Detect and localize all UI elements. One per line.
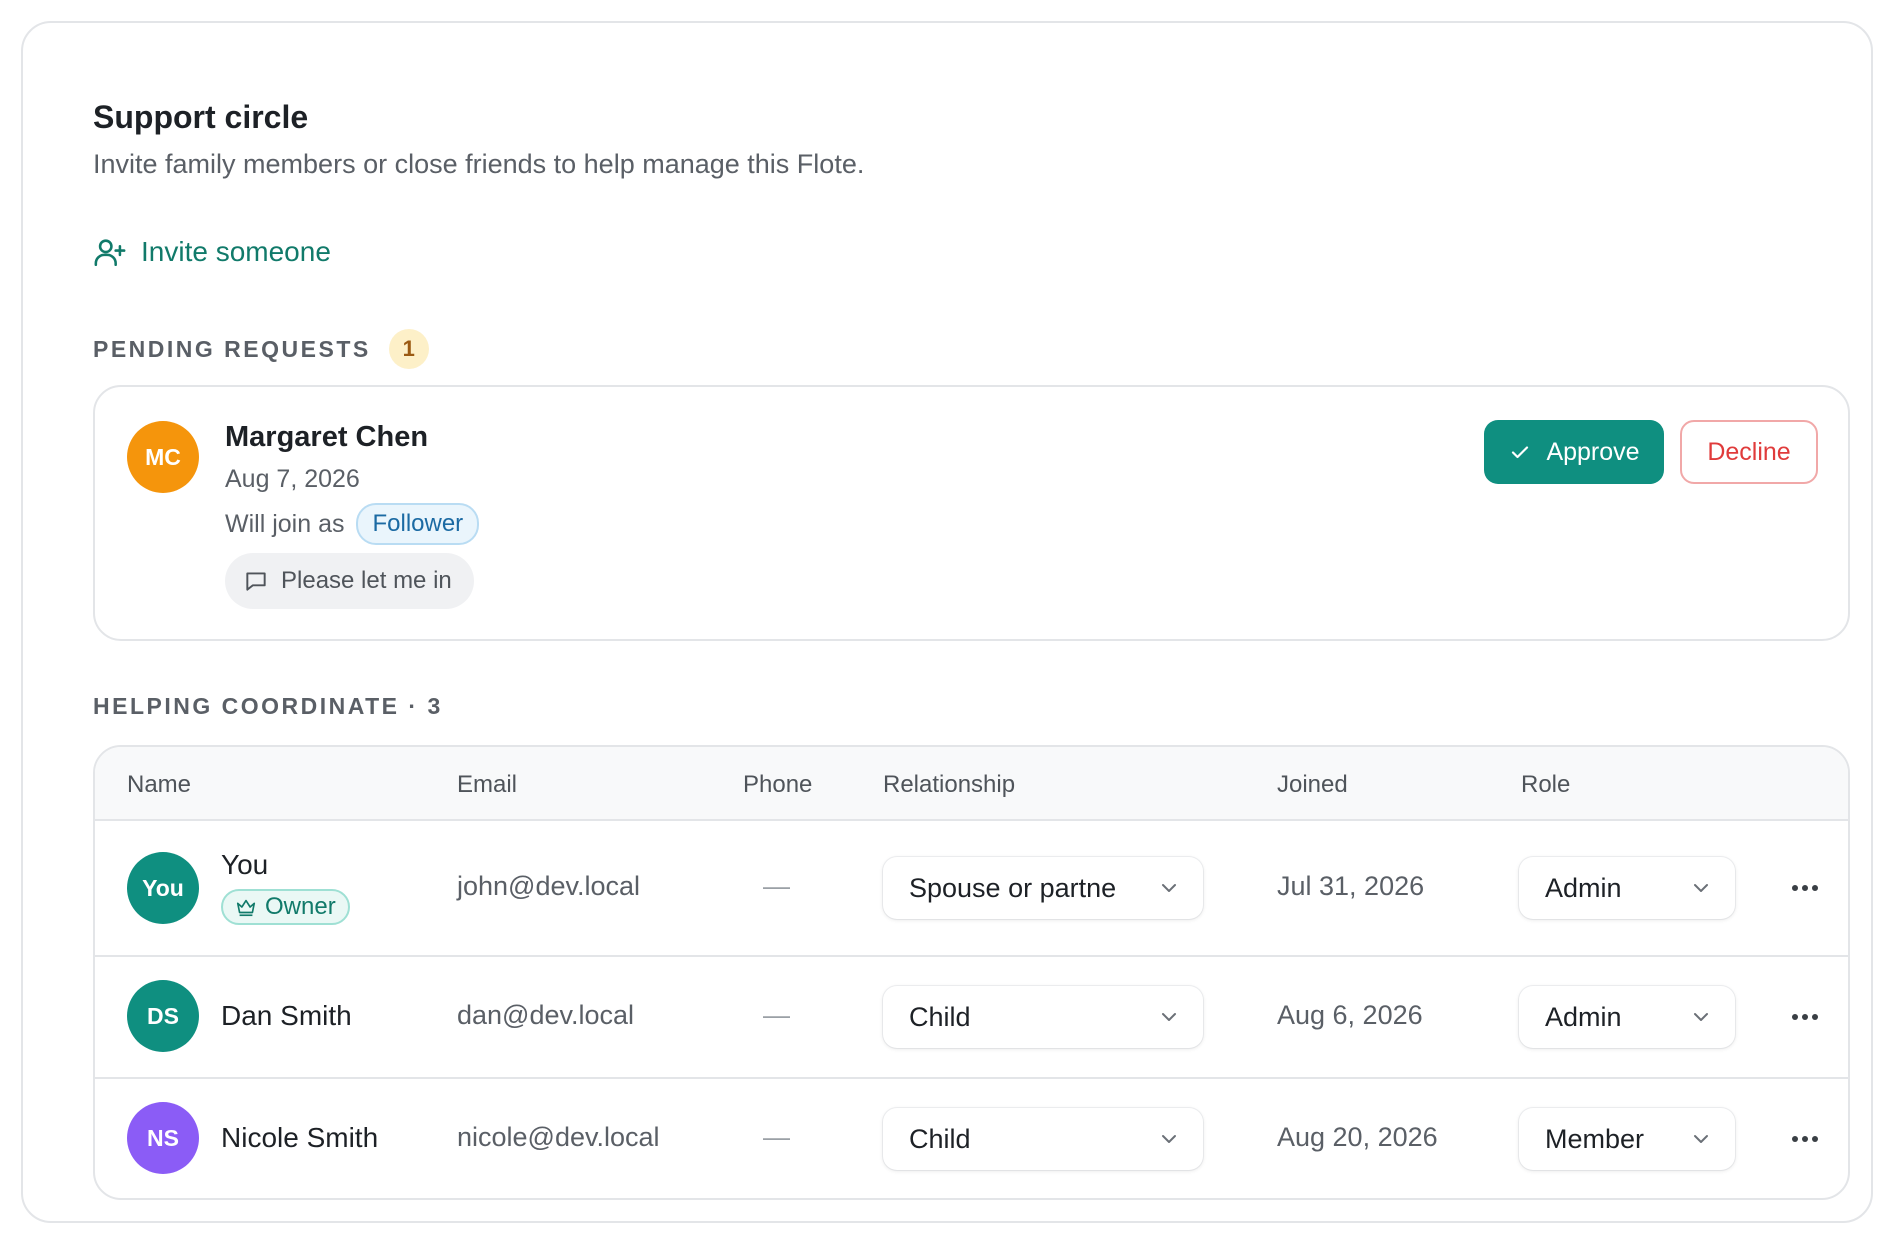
relationship-value: Spouse or partne [909, 872, 1117, 903]
approve-button[interactable]: Approve [1484, 420, 1664, 484]
member-joined: Aug 6, 2026 [1277, 1000, 1423, 1030]
chevron-down-icon [1694, 1135, 1708, 1143]
role-badge: Follower [356, 503, 480, 545]
chevron-down-icon [1162, 1135, 1176, 1143]
owner-badge: Owner [221, 889, 350, 925]
pending-requests-heading: PENDING REQUESTS 1 [93, 329, 429, 369]
invite-someone-button[interactable]: Invite someone [93, 235, 331, 269]
member-email: john@dev.local [457, 871, 641, 901]
role-value: Admin [1545, 1001, 1622, 1032]
section-title: Support circle [93, 99, 309, 135]
relationship-select[interactable]: Child [883, 986, 1203, 1048]
support-circle-card: Support circle Invite family members or … [21, 21, 1873, 1223]
column-header-relationship: Relationship [883, 771, 1016, 798]
member-name: Nicole Smith [221, 1122, 379, 1153]
more-horizontal-icon [1792, 1136, 1818, 1142]
member-joined: Aug 20, 2026 [1277, 1122, 1438, 1152]
avatar: MC [127, 421, 199, 493]
table-row: You You Owner john@dev.local — Spouse or… [95, 821, 1848, 955]
request-message-text: Please let me in [281, 567, 452, 594]
chevron-down-icon [1694, 884, 1708, 892]
relationship-value: Child [909, 1123, 971, 1154]
avatar: NS [127, 1102, 199, 1174]
table-row: DS Dan Smith dan@dev.local — Child Aug 6… [95, 955, 1848, 1077]
member-phone: — [763, 1122, 790, 1152]
page: Support circle Invite family members or … [0, 0, 1896, 1246]
member-name: You [221, 849, 269, 880]
member-phone: — [763, 871, 790, 901]
decline-button[interactable]: Decline [1680, 420, 1818, 484]
member-email: dan@dev.local [457, 1000, 635, 1030]
role-select[interactable]: Admin [1519, 857, 1735, 919]
member-email: nicole@dev.local [457, 1122, 660, 1152]
relationship-select[interactable]: Child [883, 1108, 1203, 1170]
invite-someone-label: Invite someone [141, 236, 331, 267]
column-header-phone: Phone [743, 771, 813, 798]
chevron-down-icon [1162, 884, 1176, 892]
chevron-down-icon [1162, 1013, 1176, 1021]
pending-count-badge: 1 [388, 329, 429, 369]
row-actions-button[interactable] [1785, 997, 1825, 1037]
member-name: Dan Smith [221, 1000, 352, 1031]
more-horizontal-icon [1792, 885, 1818, 891]
role-select[interactable]: Member [1519, 1108, 1735, 1170]
member-joined: Jul 31, 2026 [1277, 871, 1425, 901]
relationship-value: Child [909, 1001, 971, 1032]
row-actions-button[interactable] [1785, 868, 1825, 908]
section-subtitle: Invite family members or close friends t… [93, 149, 865, 179]
more-horizontal-icon [1792, 1014, 1818, 1020]
chat-bubble-icon [246, 572, 266, 591]
members-heading: HELPING COORDINATE · 3 [93, 693, 443, 719]
column-header-email: Email [457, 771, 518, 798]
request-date: Aug 7, 2026 [225, 465, 360, 493]
role-value: Admin [1545, 872, 1622, 903]
pending-requests-label: PENDING REQUESTS [93, 335, 371, 362]
column-header-role: Role [1521, 771, 1571, 798]
requester-name: Margaret Chen [225, 421, 429, 453]
avatar: You [127, 852, 199, 924]
table-row: NS Nicole Smith nicole@dev.local — Child… [95, 1077, 1848, 1198]
pending-request-card: MC Margaret Chen Aug 7, 2026 Will join a… [93, 385, 1850, 641]
relationship-select[interactable]: Spouse or partne [883, 857, 1203, 919]
approve-label: Approve [1546, 437, 1640, 466]
owner-badge-label: Owner [265, 893, 336, 920]
members-table: Name Email Phone Relationship Joined Rol… [93, 745, 1850, 1200]
role-select[interactable]: Admin [1519, 986, 1735, 1048]
row-actions-button[interactable] [1785, 1119, 1825, 1159]
user-plus-icon [94, 239, 126, 267]
column-header-name: Name [127, 771, 192, 798]
join-as-label: Will join as [225, 509, 345, 538]
column-header-joined: Joined [1277, 771, 1348, 798]
avatar: DS [127, 980, 199, 1052]
role-value: Member [1545, 1123, 1645, 1154]
member-phone: — [763, 1000, 790, 1030]
crown-icon [236, 899, 256, 917]
check-icon [1512, 446, 1529, 459]
request-message: Please let me in [225, 553, 474, 609]
join-as-line: Will join as Follower [225, 503, 480, 545]
chevron-down-icon [1694, 1013, 1708, 1021]
table-header: Name Email Phone Relationship Joined Rol… [95, 747, 1848, 821]
